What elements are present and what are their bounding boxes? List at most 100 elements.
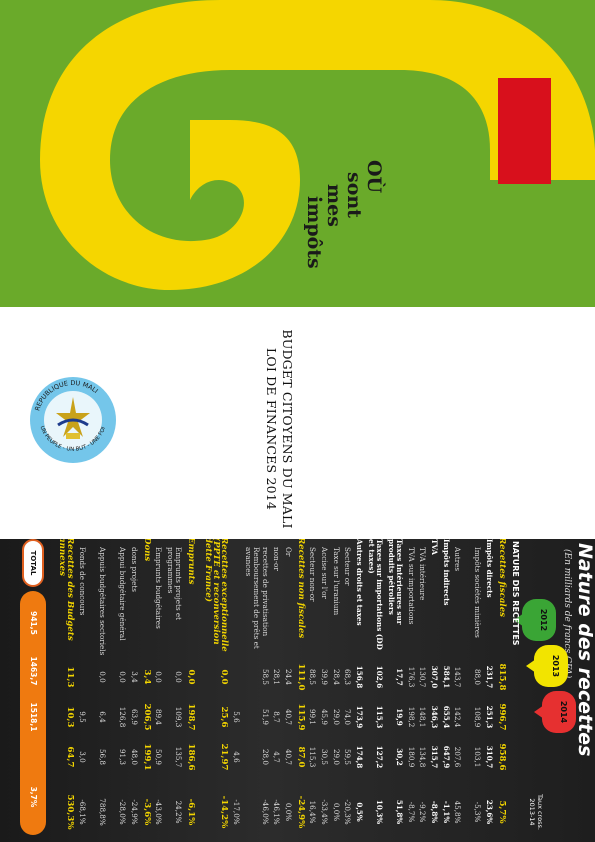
- table-row: Secteur or 68,3 74,0 59,5 -20,3%: [340, 539, 352, 837]
- value-2012: 815,8: [497, 663, 507, 691]
- total-row: TOTAL 941,5 1463,7 1518,1 3,7%: [18, 539, 50, 837]
- title-panel: REPUBLIQUE DU MALI UN PEUPLE - UN BUT - …: [0, 307, 595, 539]
- total-2012: 941,5: [29, 611, 38, 635]
- table-row: Recettes exceptionnelle (PPTE et reconve…: [195, 539, 230, 837]
- table-row: Taxes sur importations (DD et taxes) 102,…: [363, 539, 385, 837]
- value-2014: 103,1: [473, 746, 483, 768]
- growth-rate: -8,7%: [406, 801, 416, 823]
- value-2014: 315,7: [430, 745, 440, 769]
- row-label: Recettes exceptionnelle (PPTE et reconve…: [202, 539, 230, 652]
- growth-rate: 23,6%: [485, 799, 494, 825]
- row-label: Impôts indirects: [441, 539, 451, 606]
- value-2014: 4,7: [272, 751, 282, 763]
- value-2014: 310,7: [485, 745, 494, 769]
- value-2014: 87,0: [295, 746, 306, 768]
- document-title: BUDGET CITOYENS DU MALI LOI DE FINANCES …: [263, 313, 295, 545]
- value-2012: 130,7: [418, 666, 428, 688]
- value-2012: 39,9: [320, 668, 330, 685]
- growth-rate: -5,3%: [473, 801, 483, 823]
- total-label: TOTAL: [22, 539, 44, 587]
- value-2013: 109,3: [174, 706, 184, 728]
- growth-rate: -3,6%: [141, 798, 152, 826]
- value-2014: 21,97: [219, 743, 230, 771]
- table-row: Accise sur l'or 39,9 45,9 30,5 -33,4%: [317, 539, 329, 837]
- table-row: 5,6 4,6 -17,0%: [228, 539, 241, 837]
- revenue-panel: Nature des recettes (En milliards de fra…: [0, 539, 595, 842]
- table-header: NATURE DES RECETTES Taux cross. 2013-14: [504, 539, 544, 837]
- value-2014: 134,8: [418, 746, 428, 768]
- value-2012: 102,6: [375, 665, 385, 689]
- mali-coat-of-arms-logo: REPUBLIQUE DU MALI UN PEUPLE - UN BUT - …: [30, 377, 116, 463]
- question-mark-dot: [498, 78, 551, 184]
- row-label: Recettes des Budgets annexes: [56, 539, 75, 641]
- growth-rate: -43,0%: [154, 799, 164, 825]
- row-label: Appuis budgétaires sectoriels: [97, 547, 107, 656]
- value-2014: 56,8: [97, 748, 107, 765]
- value-2012: 3,4: [141, 669, 152, 685]
- table-row: TVA sur importations 176,3 198,2 180,9 -8,7%: [403, 539, 416, 837]
- table-row: recettes de privatisation Remboursement …: [240, 539, 270, 837]
- value-2013: 126,8: [117, 706, 127, 728]
- value-2012: 0,0: [97, 671, 107, 683]
- total-2013: 1463,7: [29, 656, 38, 686]
- value-2014: 40,7: [283, 748, 293, 765]
- growth-rate: 51,8%: [395, 799, 405, 825]
- question-mark-graphic: [40, 0, 595, 290]
- value-2012: 17,7: [395, 668, 405, 686]
- value-2013: 51,9: [260, 708, 270, 725]
- row-label: TVA sur importations: [406, 547, 416, 625]
- growth-rate: -17,0%: [231, 799, 241, 825]
- slogan-line-1: OÙ: [363, 160, 385, 194]
- value-2013: 996,7: [497, 703, 507, 731]
- table-row: Fonds de concours 9,5 3,0 -68,1%: [74, 539, 87, 837]
- title-line-2: LOI DE FINANCES 2014: [264, 347, 279, 511]
- row-label: Or: [283, 547, 293, 557]
- growth-rate: -33,4%: [320, 799, 330, 825]
- revenue-table-rotated: Nature des recettes (En milliards de fra…: [10, 539, 595, 837]
- value-2013: 655,4: [441, 705, 451, 729]
- value-2014: 28,0: [260, 748, 270, 765]
- value-2013: 19,9: [395, 708, 405, 726]
- row-label: non-or: [272, 547, 282, 571]
- table-row: Recettes fiscales 815,8 996,7 958,6 5,7%: [493, 539, 507, 837]
- row-label: Appui budgétaire général: [117, 547, 127, 641]
- growth-rate: -24,9%: [129, 799, 139, 825]
- value-2013: 9,5: [77, 711, 87, 723]
- value-2012: 584,1: [441, 665, 451, 689]
- growth-rate: -28,0%: [117, 799, 127, 825]
- cover-panel: OÙ sont mes impôts: [0, 0, 595, 307]
- growth-rate: -14,2%: [219, 795, 230, 829]
- value-2013: 198,7: [186, 703, 197, 731]
- row-label: Recettes non fiscales: [295, 539, 306, 639]
- value-2012: 0,0: [174, 671, 184, 683]
- header-rate: Taux cross. 2013-14: [528, 794, 544, 830]
- table-row: Impôts directs 231,7 251,3 310,7 23,6%: [481, 539, 494, 837]
- growth-rate: 10,3%: [375, 799, 385, 825]
- table-row: Autres droits et taxes 156,8 173,9 174,8 0,5…: [351, 539, 364, 837]
- row-label: Secteur or: [343, 547, 353, 586]
- table-row: Or 24,4 40,7 40,7 0,0%: [280, 539, 293, 837]
- table-row: Impôts sociétés minières 88,0 108,9 103,1 -5…: [461, 539, 483, 837]
- table-row: Emprunts 0,0 198,7 186,6 -6,1%: [182, 539, 197, 837]
- growth-rate: 530,3%: [64, 794, 75, 830]
- value-2014: 199,1: [141, 743, 152, 771]
- row-label: recettes de privatisation Remboursement …: [243, 547, 270, 649]
- growth-rate: -1,1%: [441, 800, 451, 824]
- value-2013: 198,2: [406, 706, 416, 728]
- row-label: Taxe sur l'uranium: [331, 547, 341, 616]
- value-2014: 91,3: [117, 748, 127, 765]
- row-label: Secteur non-or: [308, 547, 318, 602]
- value-2013: 115,3: [375, 705, 385, 729]
- table-row: Appui budgétaire général 0,0 126,8 91,3 -28,…: [106, 539, 127, 837]
- value-2014: 135,7: [174, 746, 184, 768]
- value-2012: 28,4: [331, 668, 341, 685]
- table-row: Dons 3,4 206,5 199,1 -3,6%: [138, 539, 152, 837]
- value-2013: 74,0: [343, 708, 353, 725]
- value-2013: 346,3: [430, 705, 440, 729]
- value-2012: 0,0: [117, 671, 127, 683]
- value-2012: 176,3: [406, 666, 416, 688]
- year-flag-2014: 2014: [542, 691, 576, 733]
- value-2014: 647,9: [441, 745, 451, 769]
- total-values: 941,5 1463,7 1518,1 3,7%: [20, 591, 46, 835]
- table-row: TVA intérieure 130,7 148,1 134,8 -9,2%: [415, 539, 427, 837]
